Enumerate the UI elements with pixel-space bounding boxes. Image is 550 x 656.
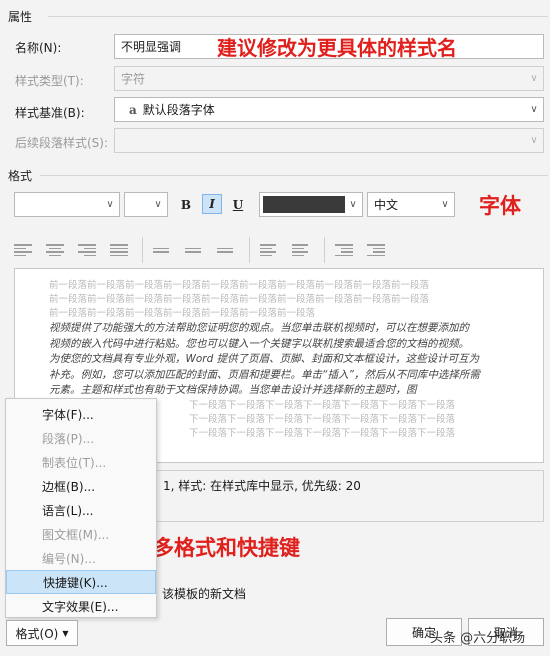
language-value: 中文 — [374, 198, 399, 212]
next-style-select: ∨ — [114, 128, 544, 153]
italic-button[interactable]: I — [202, 194, 222, 214]
format-button[interactable]: 格式(O) ▼ — [6, 620, 78, 646]
sample-text-line: 视频的嵌入代码中进行粘贴。您也可以键入一个关键字以联机搜索最适合您的文档的视频。 — [49, 337, 469, 350]
caret-down-icon: ▼ — [62, 628, 69, 638]
previous-paragraph-line: 前一段落前一段落前一段落前一段落前一段落前一段落前一段落 — [49, 308, 316, 319]
style-base-label: 样式基准(B): — [15, 106, 85, 120]
font-color-select[interactable]: ∨ — [259, 192, 363, 217]
decrease-indent-icon[interactable] — [335, 241, 357, 259]
menu-item-tabs: 制表位(T)... — [42, 455, 107, 470]
underline-button[interactable]: U — [228, 195, 248, 215]
character-style-icon: a — [129, 102, 137, 117]
menu-item-numbering: 编号(N)... — [42, 551, 96, 566]
menu-item-shortcut-key[interactable]: 快捷键(K)... — [6, 570, 156, 594]
sample-text-line: 补充。例如，您可以添加匹配的封面、页眉和提要栏。单击“插入”，然后从不同库中选择… — [49, 368, 480, 381]
annotation-more-format: 更多格式和快捷键 — [132, 536, 300, 560]
chevron-down-icon[interactable]: ∨ — [525, 98, 543, 121]
menu-item-paragraph: 段落(P)... — [42, 431, 95, 446]
font-color-swatch — [263, 196, 345, 213]
align-right-icon[interactable] — [78, 241, 100, 259]
previous-paragraph-line: 前一段落前一段落前一段落前一段落前一段落前一段落前一段落前一段落前一段落前一段落 — [49, 280, 430, 291]
chevron-down-icon: ∨ — [106, 199, 114, 210]
sample-text-line: 视频提供了功能强大的方法帮助您证明您的观点。当您单击联机视频时，可以在想要添加的 — [49, 322, 469, 334]
format-button-label: 格式(O) — [15, 626, 59, 641]
font-size-select[interactable]: ∨ — [124, 192, 168, 217]
style-type-label: 样式类型(T): — [15, 74, 84, 88]
menu-item-text-effects[interactable]: 文字效果(E)... — [6, 594, 156, 618]
properties-section-title: 属性 — [8, 10, 33, 24]
watermark: 头条 @六分职场 — [430, 631, 526, 646]
separator — [324, 237, 325, 263]
paragraph-toolbar — [14, 236, 389, 264]
annotation-style-name: 建议修改为更具体的样式名 — [217, 36, 457, 60]
chevron-down-icon: ∨ — [441, 199, 449, 210]
format-section-title: 格式 — [8, 169, 33, 183]
menu-item-border[interactable]: 边框(B)... — [6, 474, 156, 498]
previous-paragraph-line: 前一段落前一段落前一段落前一段落前一段落前一段落前一段落前一段落前一段落前一段落 — [49, 294, 430, 305]
divider — [48, 16, 548, 17]
annotation-font: 字体 — [479, 194, 521, 218]
sample-text-line: 元素。主题和样式也有助于文档保持协调。当您单击设计并选择新的主题时，图 — [49, 384, 417, 396]
justify-icon[interactable] — [110, 241, 132, 259]
language-select[interactable]: 中文 ∨ — [367, 192, 455, 217]
decrease-spacing-icon[interactable] — [292, 241, 314, 259]
sample-text-line: 为使您的文档具有专业外观，Word 提供了页眉、页脚、封面和文本框设计，这些设计… — [49, 353, 480, 365]
menu-item-font[interactable]: 字体(F)... — [6, 402, 156, 426]
chevron-down-icon: ∨ — [349, 199, 357, 210]
chevron-down-icon: ∨ — [530, 135, 538, 146]
format-menu: 字体(F)... 段落(P)... 制表位(T)... 边框(B)... 语言(… — [5, 398, 157, 618]
increase-indent-icon[interactable] — [367, 241, 389, 259]
font-name-select[interactable]: ∨ — [14, 192, 120, 217]
single-spacing-icon[interactable] — [153, 241, 175, 259]
menu-item-language[interactable]: 语言(L)... — [6, 498, 156, 522]
template-option-label: 该模板的新文档 — [162, 587, 247, 601]
style-base-value: 默认段落字体 — [142, 103, 215, 117]
chevron-down-icon: ∨ — [154, 199, 162, 210]
name-label: 名称(N): — [15, 41, 62, 55]
separator — [142, 237, 143, 263]
chevron-down-icon: ∨ — [530, 73, 538, 84]
align-left-icon[interactable] — [14, 241, 36, 259]
style-type-select: 字符 ∨ — [114, 66, 544, 91]
next-style-label: 后续段落样式(S): — [15, 136, 109, 150]
style-base-select[interactable]: a 默认段落字体 ∨ — [114, 97, 544, 122]
align-center-icon[interactable] — [46, 241, 68, 259]
double-spacing-icon[interactable] — [217, 241, 239, 259]
bold-button[interactable]: B — [176, 195, 196, 215]
separator — [249, 237, 250, 263]
style-description: 1, 样式: 在样式库中显示, 优先级: 20 — [163, 479, 361, 493]
name-value: 不明显强调 — [121, 40, 182, 54]
style-type-value: 字符 — [121, 72, 146, 86]
divider — [40, 175, 548, 176]
menu-item-frame: 图文框(M)... — [42, 527, 110, 542]
increase-spacing-icon[interactable] — [260, 241, 282, 259]
one-half-spacing-icon[interactable] — [185, 241, 207, 259]
